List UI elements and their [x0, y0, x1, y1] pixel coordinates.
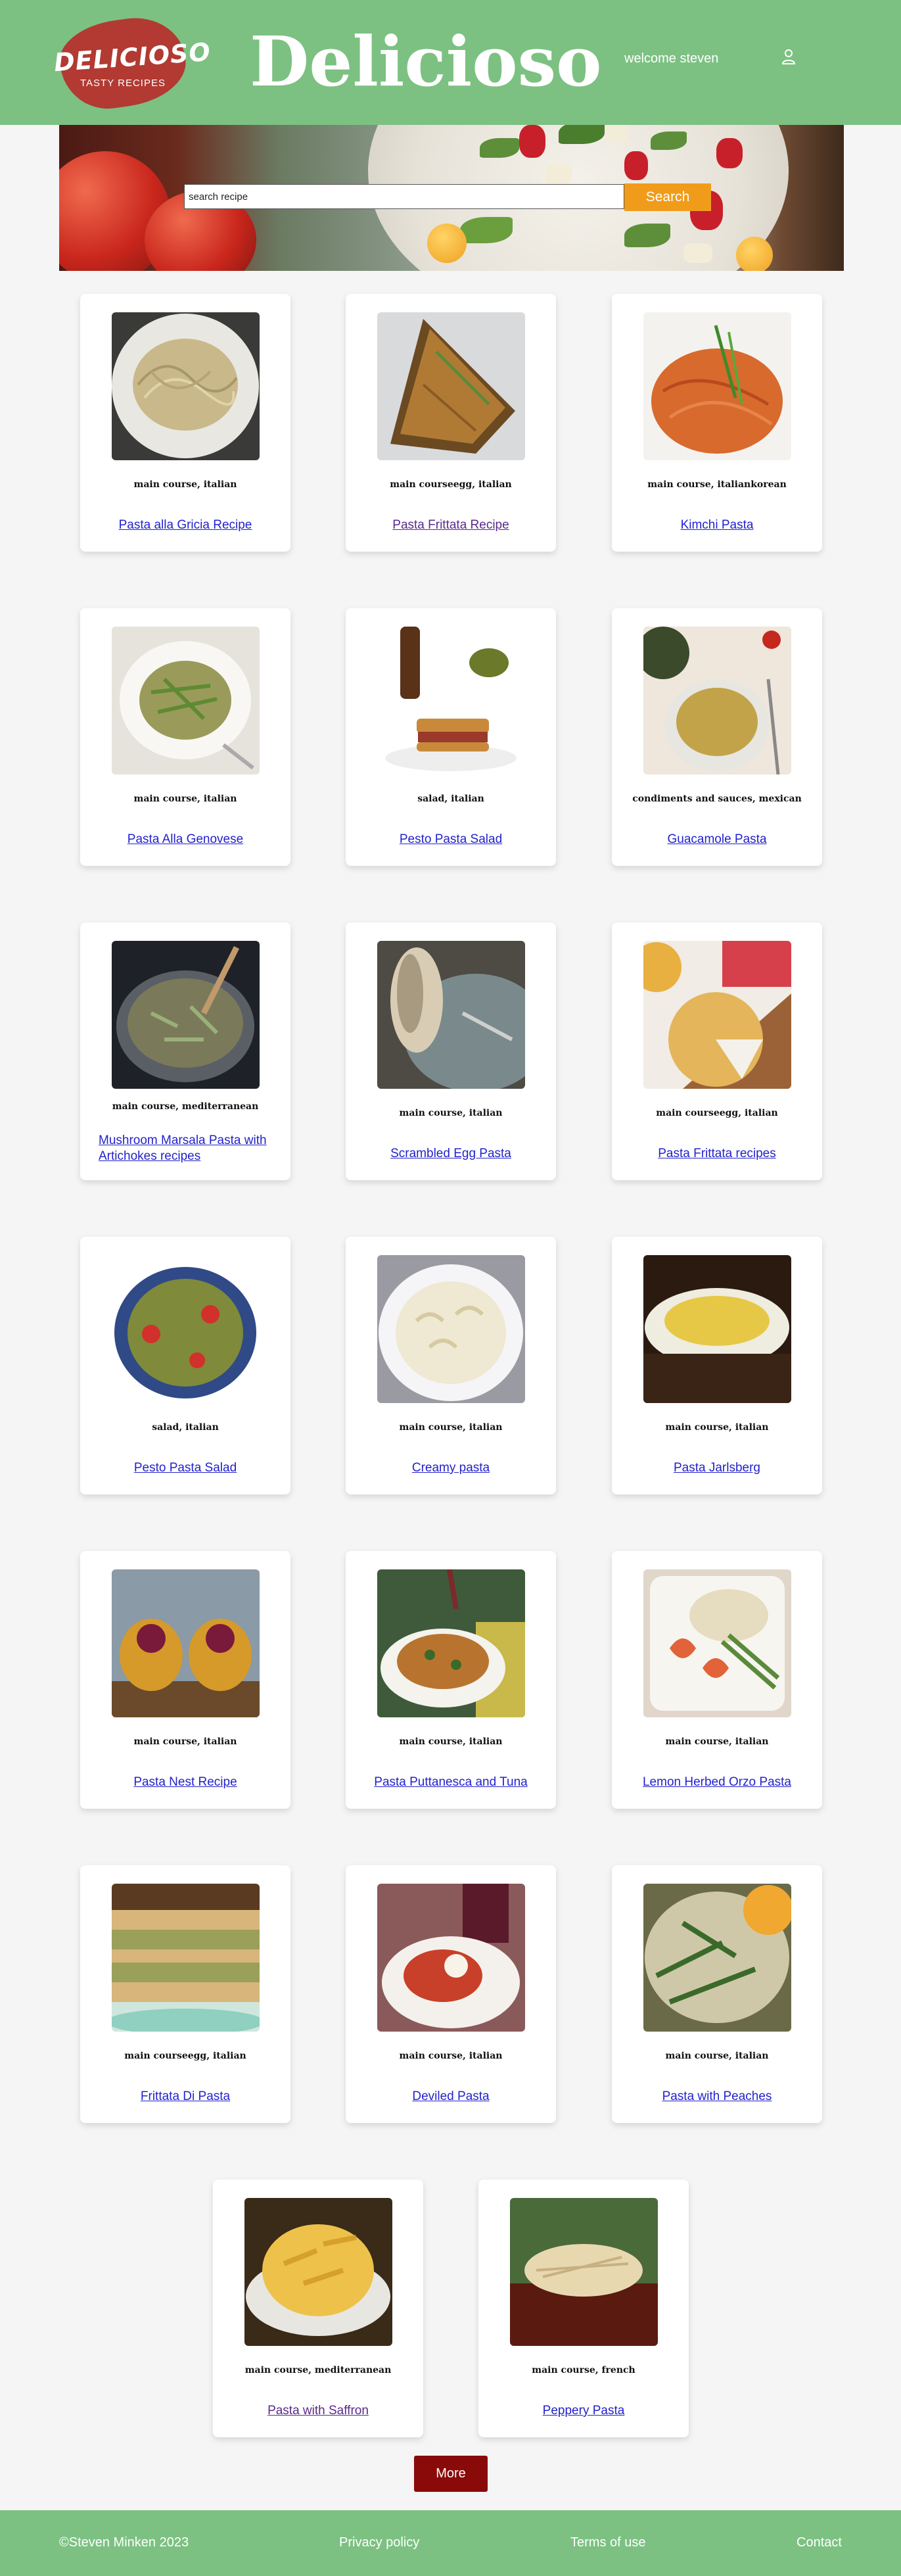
copyright-text: ©Steven Minken 2023 — [59, 2535, 189, 2550]
recipe-image[interactable] — [377, 1569, 525, 1717]
recipe-image[interactable] — [377, 941, 525, 1089]
recipe-category: main course, french — [532, 2365, 635, 2375]
recipe-category: main courseegg, italian — [656, 1108, 778, 1118]
recipe-image[interactable] — [112, 312, 260, 460]
recipe-category: condiments and sauces, mexican — [632, 794, 802, 804]
recipe-link[interactable]: Pasta Frittata recipes — [625, 1146, 809, 1162]
recipe-link[interactable]: Pasta Nest Recipe — [93, 1775, 277, 1790]
recipe-image[interactable] — [112, 1884, 260, 2032]
site-footer: ©Steven Minken 2023 Privacy policy Terms… — [0, 2510, 901, 2576]
recipe-category: main course, italian — [665, 2051, 769, 2061]
recipe-image[interactable] — [377, 627, 525, 775]
contact-link[interactable]: Contact — [797, 2535, 842, 2550]
site-logo[interactable]: DELICIOSO TASTY RECIPES — [53, 11, 212, 115]
recipe-link[interactable]: Pesto Pasta Salad — [359, 832, 543, 847]
recipe-image[interactable] — [112, 627, 260, 775]
recipe-card[interactable]: salad, italian Pesto Pasta Salad — [80, 1237, 290, 1494]
user-icon[interactable] — [781, 48, 797, 65]
recipe-link[interactable]: Kimchi Pasta — [625, 517, 809, 533]
recipe-image[interactable] — [377, 1884, 525, 2032]
recipe-card[interactable]: main course, italian Pasta alla Gricia R… — [80, 294, 290, 552]
recipe-card[interactable]: main courseegg, italian Frittata Di Past… — [80, 1865, 290, 2123]
recipe-category: main course, mediterranean — [244, 2365, 392, 2375]
recipe-category: main course, mediterranean — [112, 1101, 259, 1112]
recipe-image[interactable] — [244, 2198, 392, 2346]
recipe-link[interactable]: Pasta Frittata Recipe — [359, 517, 543, 533]
recipe-card[interactable]: salad, italian Pesto Pasta Salad — [346, 608, 556, 866]
recipe-category: main course, italian — [399, 1736, 503, 1747]
recipe-category: salad, italian — [152, 1422, 219, 1433]
recipe-category: salad, italian — [417, 794, 484, 804]
recipe-image[interactable] — [643, 1884, 791, 2032]
recipe-link[interactable]: Creamy pasta — [359, 1460, 543, 1476]
hero-banner: Search — [59, 125, 844, 271]
recipe-image[interactable] — [643, 1255, 791, 1403]
recipe-card[interactable]: main course, italian Pasta with Peaches — [612, 1865, 822, 2123]
recipe-card[interactable]: main course, italian Lemon Herbed Orzo P… — [612, 1551, 822, 1809]
recipe-link[interactable]: Deviled Pasta — [359, 2089, 543, 2105]
recipe-category: main course, italian — [133, 1736, 237, 1747]
recipe-category: main course, italiankorean — [647, 479, 787, 490]
recipe-link[interactable]: Pesto Pasta Salad — [93, 1460, 277, 1476]
recipe-link[interactable]: Frittata Di Pasta — [93, 2089, 277, 2105]
recipe-image[interactable] — [643, 627, 791, 775]
recipe-link[interactable]: Lemon Herbed Orzo Pasta — [625, 1775, 809, 1790]
recipe-image[interactable] — [377, 1255, 525, 1403]
recipe-category: main courseegg, italian — [390, 479, 512, 490]
recipe-card[interactable]: main course, italian Pasta Jarlsberg — [612, 1237, 822, 1494]
recipe-link[interactable]: Pasta Alla Genovese — [93, 832, 277, 847]
recipe-image[interactable] — [643, 1569, 791, 1717]
recipe-category: main course, italian — [399, 1108, 503, 1118]
recipe-card[interactable]: main course, mediterranean Pasta with Sa… — [213, 2180, 423, 2437]
recipe-link[interactable]: Pasta alla Gricia Recipe — [93, 517, 277, 533]
recipe-card[interactable]: main course, mediterranean Mushroom Mars… — [80, 922, 290, 1180]
recipe-card[interactable]: main courseegg, italian Pasta Frittata r… — [612, 922, 822, 1180]
recipe-link[interactable]: Pasta with Peaches — [625, 2089, 809, 2105]
terms-of-use-link[interactable]: Terms of use — [570, 2535, 645, 2550]
recipe-category: main courseegg, italian — [124, 2051, 246, 2061]
privacy-policy-link[interactable]: Privacy policy — [339, 2535, 419, 2550]
recipe-card[interactable]: main courseegg, italian Pasta Frittata R… — [346, 294, 556, 552]
logo-subtitle: TASTY RECIPES — [80, 78, 166, 89]
recipe-category: main course, italian — [665, 1422, 769, 1433]
welcome-message: welcome steven — [624, 51, 719, 66]
recipe-link[interactable]: Peppery Pasta — [492, 2403, 676, 2419]
recipe-link[interactable]: Pasta Puttanesca and Tuna — [359, 1775, 543, 1790]
recipe-card[interactable]: main course, italian Pasta Nest Recipe — [80, 1551, 290, 1809]
recipe-category: main course, italian — [399, 2051, 503, 2061]
brand-title: Delicioso — [250, 21, 602, 102]
search-input[interactable] — [184, 184, 624, 209]
recipe-link[interactable]: Mushroom Marsala Pasta with Artichokes r… — [93, 1133, 277, 1164]
recipe-image[interactable] — [510, 2198, 658, 2346]
recipe-card[interactable]: main course, italian Scrambled Egg Pasta — [346, 922, 556, 1180]
recipe-category: main course, italian — [133, 479, 237, 490]
recipe-category: main course, italian — [133, 794, 237, 804]
recipe-card[interactable]: condiments and sauces, mexican Guacamole… — [612, 608, 822, 866]
recipe-image[interactable] — [112, 1255, 260, 1403]
recipe-card[interactable]: main course, italian Creamy pasta — [346, 1237, 556, 1494]
recipe-image[interactable] — [643, 312, 791, 460]
recipe-category: main course, italian — [399, 1422, 503, 1433]
recipe-link[interactable]: Guacamole Pasta — [625, 832, 809, 847]
recipe-link[interactable]: Pasta Jarlsberg — [625, 1460, 809, 1476]
recipe-card[interactable]: main course, italiankorean Kimchi Pasta — [612, 294, 822, 552]
recipe-category: main course, italian — [665, 1736, 769, 1747]
recipe-card[interactable]: main course, italian Pasta Alla Genovese — [80, 608, 290, 866]
recipe-link[interactable]: Scrambled Egg Pasta — [359, 1146, 543, 1162]
recipe-card[interactable]: main course, french Peppery Pasta — [478, 2180, 689, 2437]
recipe-image[interactable] — [377, 312, 525, 460]
recipe-card[interactable]: main course, italian Pasta Puttanesca an… — [346, 1551, 556, 1809]
recipe-image[interactable] — [112, 941, 260, 1089]
recipe-image[interactable] — [643, 941, 791, 1089]
recipe-card[interactable]: main course, italian Deviled Pasta — [346, 1865, 556, 2123]
more-button[interactable]: More — [414, 2456, 488, 2492]
recipe-image[interactable] — [112, 1569, 260, 1717]
search-button[interactable]: Search — [624, 183, 711, 211]
recipe-link[interactable]: Pasta with Saffron — [226, 2403, 410, 2419]
site-header: DELICIOSO TASTY RECIPES Delicioso welcom… — [0, 0, 901, 125]
